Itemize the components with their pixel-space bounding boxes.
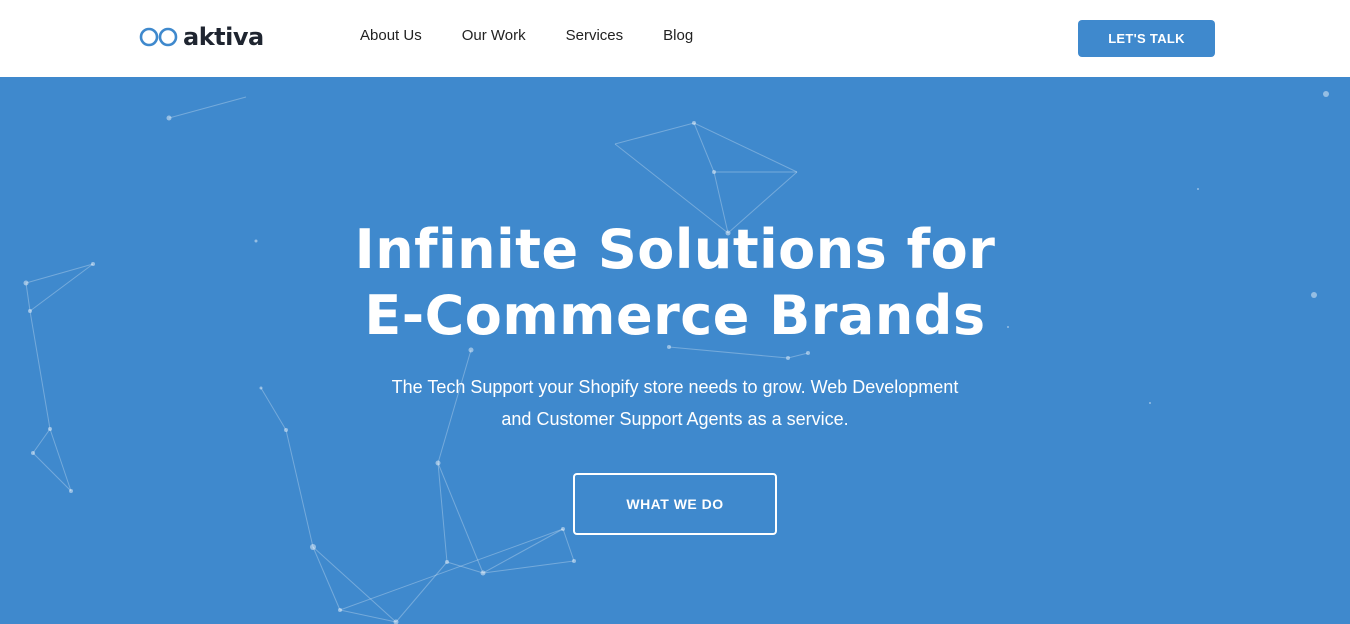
nav-blog[interactable]: Blog — [663, 26, 693, 46]
logo-text: aktiva — [183, 23, 264, 51]
logo[interactable]: aktiva — [139, 22, 264, 52]
site-header: aktiva About Us Our Work Services Blog L… — [0, 0, 1350, 77]
hero-title: Infinite Solutions for E-Commerce Brands — [0, 217, 1350, 349]
hero-subtitle-line1: The Tech Support your Shopify store need… — [391, 377, 959, 397]
hero-section: Infinite Solutions for E-Commerce Brands… — [0, 77, 1350, 624]
lets-talk-button[interactable]: LET'S TALK — [1078, 20, 1215, 57]
network-background-graphic — [23, 91, 1329, 624]
nav-about-us[interactable]: About Us — [360, 26, 422, 46]
nav-services[interactable]: Services — [566, 26, 624, 46]
main-nav: About Us Our Work Services Blog — [360, 26, 733, 46]
infinity-icon — [139, 27, 178, 47]
hero-title-line2: E-Commerce Brands — [364, 284, 986, 347]
hero-title-line1: Infinite Solutions for — [354, 218, 996, 281]
hero-subtitle: The Tech Support your Shopify store need… — [0, 371, 1350, 435]
nav-our-work[interactable]: Our Work — [462, 26, 526, 46]
hero-subtitle-line2: and Customer Support Agents as a service… — [501, 409, 849, 429]
what-we-do-button[interactable]: WHAT WE DO — [573, 473, 777, 535]
